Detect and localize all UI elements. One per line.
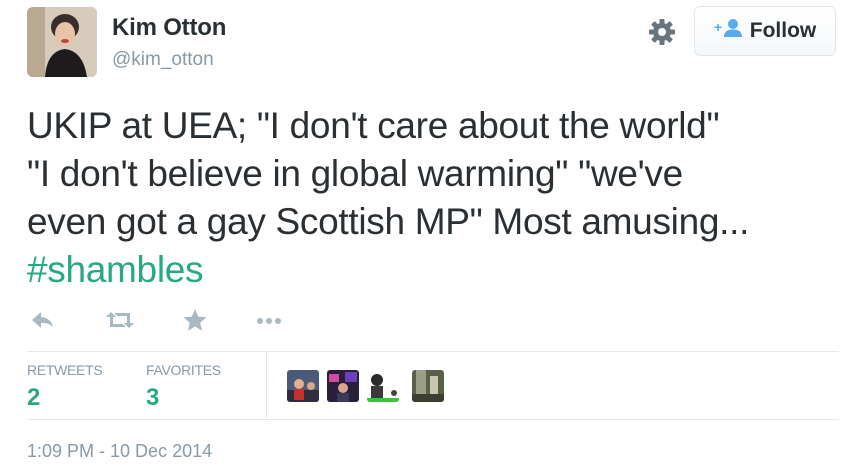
favorite-icon[interactable]	[182, 308, 208, 337]
svg-text:+: +	[714, 19, 722, 35]
retweet-icon[interactable]	[105, 308, 135, 337]
retweets-label: RETWEETS	[27, 362, 103, 378]
divider	[27, 351, 839, 352]
favoriter-avatar[interactable]	[327, 370, 359, 402]
add-user-icon: +	[714, 18, 744, 45]
tweet-line: UKIP at UEA; "I don't care about the wor…	[27, 105, 720, 146]
favorites-label: FAVORITES	[146, 362, 221, 378]
hashtag-link[interactable]: #shambles	[27, 249, 204, 290]
divider	[27, 419, 839, 420]
favorites-stat[interactable]: FAVORITES 3	[146, 362, 221, 412]
retweets-stat[interactable]: RETWEETS 2	[27, 362, 103, 412]
follow-button[interactable]: + Follow	[694, 6, 836, 56]
gear-icon[interactable]	[646, 16, 678, 48]
favoriter-avatar[interactable]	[367, 370, 399, 402]
more-icon[interactable]	[255, 308, 283, 337]
author-name[interactable]: Kim Otton	[112, 14, 226, 42]
stats-separator	[266, 352, 267, 418]
favoriter-avatar[interactable]	[412, 370, 444, 402]
reply-icon[interactable]	[30, 308, 56, 337]
tweet-text: UKIP at UEA; "I don't care about the wor…	[27, 102, 847, 294]
favorites-count: 3	[146, 384, 160, 411]
avatar[interactable]	[27, 7, 97, 77]
tweet-line: "I don't believe in global warming" "we'…	[27, 153, 683, 194]
tweet-line: even got a gay Scottish MP" Most amusing…	[27, 201, 750, 242]
author-handle[interactable]: @kim_otton	[112, 49, 214, 71]
favoriter-avatar[interactable]	[287, 370, 319, 402]
follow-button-label: Follow	[749, 19, 817, 42]
retweets-count: 2	[27, 384, 41, 411]
tweet-timestamp[interactable]: 1:09 PM - 10 Dec 2014	[27, 441, 212, 462]
